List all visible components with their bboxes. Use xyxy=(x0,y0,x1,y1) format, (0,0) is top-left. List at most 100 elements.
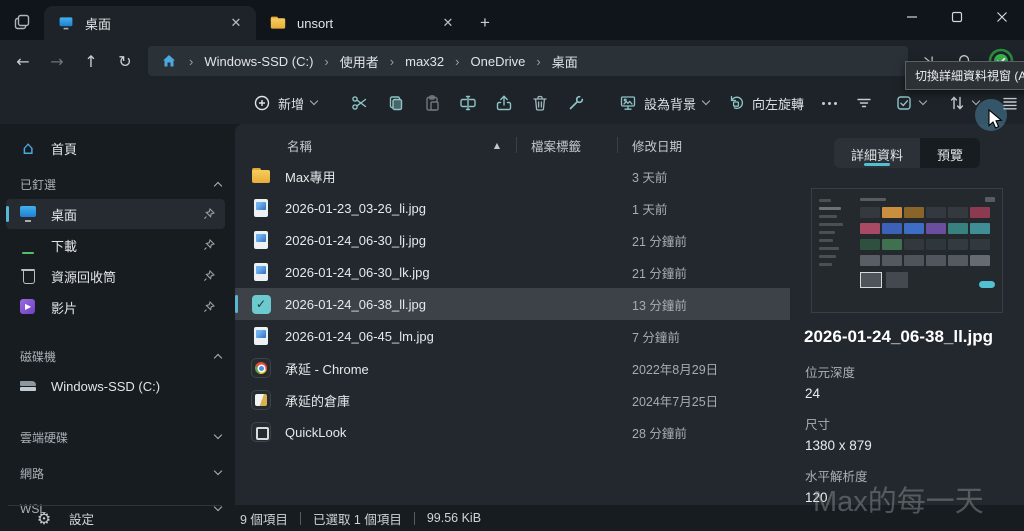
breadcrumb-item[interactable]: 使用者 xyxy=(338,50,381,73)
property-label: 位元深度 xyxy=(805,362,1024,381)
sidebar-item-settings[interactable]: ⚙ 設定 xyxy=(34,509,240,528)
sidebar-item[interactable]: 影片 xyxy=(6,292,225,322)
filter-button[interactable] xyxy=(846,86,882,120)
window-body: ⌂ 首頁 已釘選 桌面 xyxy=(0,124,1024,505)
thumbnail-swatch xyxy=(904,239,924,250)
column-header-tags[interactable]: 檔案標籤 xyxy=(517,136,617,155)
file-row[interactable]: ✓ QuickLook 28 分鐘前 xyxy=(235,416,790,448)
back-button[interactable]: ← xyxy=(6,45,40,77)
rotate-left-label: 向左旋轉 xyxy=(752,94,804,113)
tab-icon xyxy=(270,16,286,30)
file-row[interactable]: ✓ Max專用 3 天前 xyxy=(235,160,790,192)
sort-icon xyxy=(948,94,966,112)
sidebar-item-label: 首頁 xyxy=(51,139,77,158)
sidebar-section-drives[interactable]: 磁碟機 xyxy=(14,343,221,369)
home-icon[interactable] xyxy=(158,46,180,76)
breadcrumb-item[interactable]: OneDrive xyxy=(469,52,528,71)
explorer-tab[interactable]: unsort ✕ xyxy=(256,6,468,40)
sidebar-section-collapsed[interactable]: 網路 xyxy=(14,460,221,486)
sidebar-item-icon xyxy=(18,205,38,223)
property-value: 24 xyxy=(805,386,1024,401)
tab-list-button[interactable] xyxy=(0,4,44,40)
column-label: 修改日期 xyxy=(632,140,682,154)
breadcrumb-item[interactable]: Windows-SSD (C:) xyxy=(202,52,315,71)
file-row[interactable]: ✓ 2026-01-23_03-26_li.jpg 1 天前 xyxy=(235,192,790,224)
navigation-sidebar: ⌂ 首頁 已釘選 桌面 xyxy=(0,124,235,505)
minimize-button[interactable] xyxy=(889,0,934,34)
chevron-up-icon xyxy=(214,181,222,189)
sidebar-section-pinned[interactable]: 已釘選 xyxy=(14,171,221,197)
paste-button[interactable] xyxy=(414,86,450,120)
thumbnail-swatch xyxy=(926,255,946,266)
new-button[interactable]: 新增 xyxy=(244,86,326,120)
thumbnail-swatch xyxy=(970,255,990,266)
file-date-modified: 13 分鐘前 xyxy=(618,295,784,314)
breadcrumb-item[interactable]: 桌面 xyxy=(550,50,580,73)
properties-button[interactable] xyxy=(558,86,594,120)
sidebar-item[interactable]: 資源回收筒 xyxy=(6,261,225,291)
sidebar-item-icon xyxy=(18,236,38,254)
address-breadcrumb-bar[interactable]: ›Windows-SSD (C:) ›使用者 ›max32 ›OneDrive … xyxy=(148,46,908,76)
column-label: 名稱 xyxy=(287,136,312,155)
explorer-tab[interactable]: 桌面 ✕ xyxy=(44,6,256,40)
delete-button[interactable] xyxy=(522,86,558,120)
new-button-label: 新增 xyxy=(278,94,304,113)
more-options-button[interactable] xyxy=(813,86,846,120)
new-tab-button[interactable]: + xyxy=(468,6,502,40)
thumbnail-swatch xyxy=(904,223,924,234)
rotate-left-button[interactable]: 向左旋轉 xyxy=(718,86,813,120)
sidebar-item-drive[interactable]: Windows-SSD (C:) xyxy=(6,371,225,401)
tab-close-icon[interactable]: ✕ xyxy=(226,13,246,33)
details-tab[interactable]: 詳細資料 xyxy=(834,138,920,168)
breadcrumb-separator-icon: › xyxy=(180,54,202,69)
details-tab[interactable]: 預覽 xyxy=(920,138,980,168)
column-header-date[interactable]: 修改日期 xyxy=(618,136,784,155)
up-button[interactable]: ↑ xyxy=(74,45,108,77)
share-icon xyxy=(495,94,513,112)
close-button[interactable] xyxy=(979,0,1024,34)
refresh-button[interactable]: ↻ xyxy=(108,45,142,77)
share-button[interactable] xyxy=(486,86,522,120)
set-background-button[interactable]: 設為背景 xyxy=(610,86,718,120)
file-icon-cell: ✓ xyxy=(250,231,272,249)
file-icon-cell: ✓ xyxy=(250,358,272,378)
gear-icon: ⚙ xyxy=(34,509,54,527)
pin-icon xyxy=(203,270,215,282)
file-row[interactable]: ✓ 承延的倉庫 2024年7月25日 xyxy=(235,384,790,416)
sidebar-item-label: 下載 xyxy=(51,236,77,255)
select-button[interactable] xyxy=(886,86,935,120)
cut-button[interactable] xyxy=(342,86,378,120)
thumbnail-swatch xyxy=(926,207,946,218)
thumbnail-swatch xyxy=(882,239,902,250)
thumbnail-swatch xyxy=(948,255,968,266)
column-header-name[interactable]: 名稱 ▲ xyxy=(235,136,516,155)
sidebar-item[interactable]: 桌面 xyxy=(6,199,225,229)
section-label: 雲端硬碟 xyxy=(20,429,68,446)
selected-checkbox[interactable]: ✓ xyxy=(252,295,271,314)
tab-close-icon[interactable]: ✕ xyxy=(438,13,458,33)
thumbnail-swatch xyxy=(948,239,968,250)
rename-button[interactable] xyxy=(450,86,486,120)
file-row[interactable]: ✓ 2026-01-24_06-30_lk.jpg 21 分鐘前 xyxy=(235,256,790,288)
file-name: 2026-01-24_06-45_lm.jpg xyxy=(285,329,518,344)
sidebar-section-collapsed[interactable]: 雲端硬碟 xyxy=(14,424,221,450)
property-label: 尺寸 xyxy=(805,414,1024,433)
sidebar-item[interactable]: 下載 xyxy=(6,230,225,260)
file-icon-cell: ✓ xyxy=(250,167,272,185)
file-row[interactable]: ✓ 2026-01-24_06-30_lj.jpg 21 分鐘前 xyxy=(235,224,790,256)
file-row[interactable]: ✓ 2026-01-24_06-45_lm.jpg 7 分鐘前 xyxy=(235,320,790,352)
sidebar-item-home[interactable]: ⌂ 首頁 xyxy=(6,133,225,163)
thumbnail-swatch xyxy=(882,223,902,234)
forward-button[interactable]: → xyxy=(40,45,74,77)
file-icon-cell: ✓ xyxy=(250,199,272,217)
filter-icon xyxy=(855,94,873,112)
section-label: 磁碟機 xyxy=(20,348,56,365)
breadcrumb-item[interactable]: max32 xyxy=(403,52,446,71)
file-date-modified: 1 天前 xyxy=(618,199,784,218)
select-check-icon xyxy=(895,94,913,112)
file-row[interactable]: ✓ 承延 - Chrome 2022年8月29日 xyxy=(235,352,790,384)
file-row[interactable]: ✓ 2026-01-24_06-38_ll.jpg 13 分鐘前 xyxy=(235,288,790,320)
copy-button[interactable] xyxy=(378,86,414,120)
maximize-button[interactable] xyxy=(934,0,979,34)
monitor-icon xyxy=(619,94,637,112)
